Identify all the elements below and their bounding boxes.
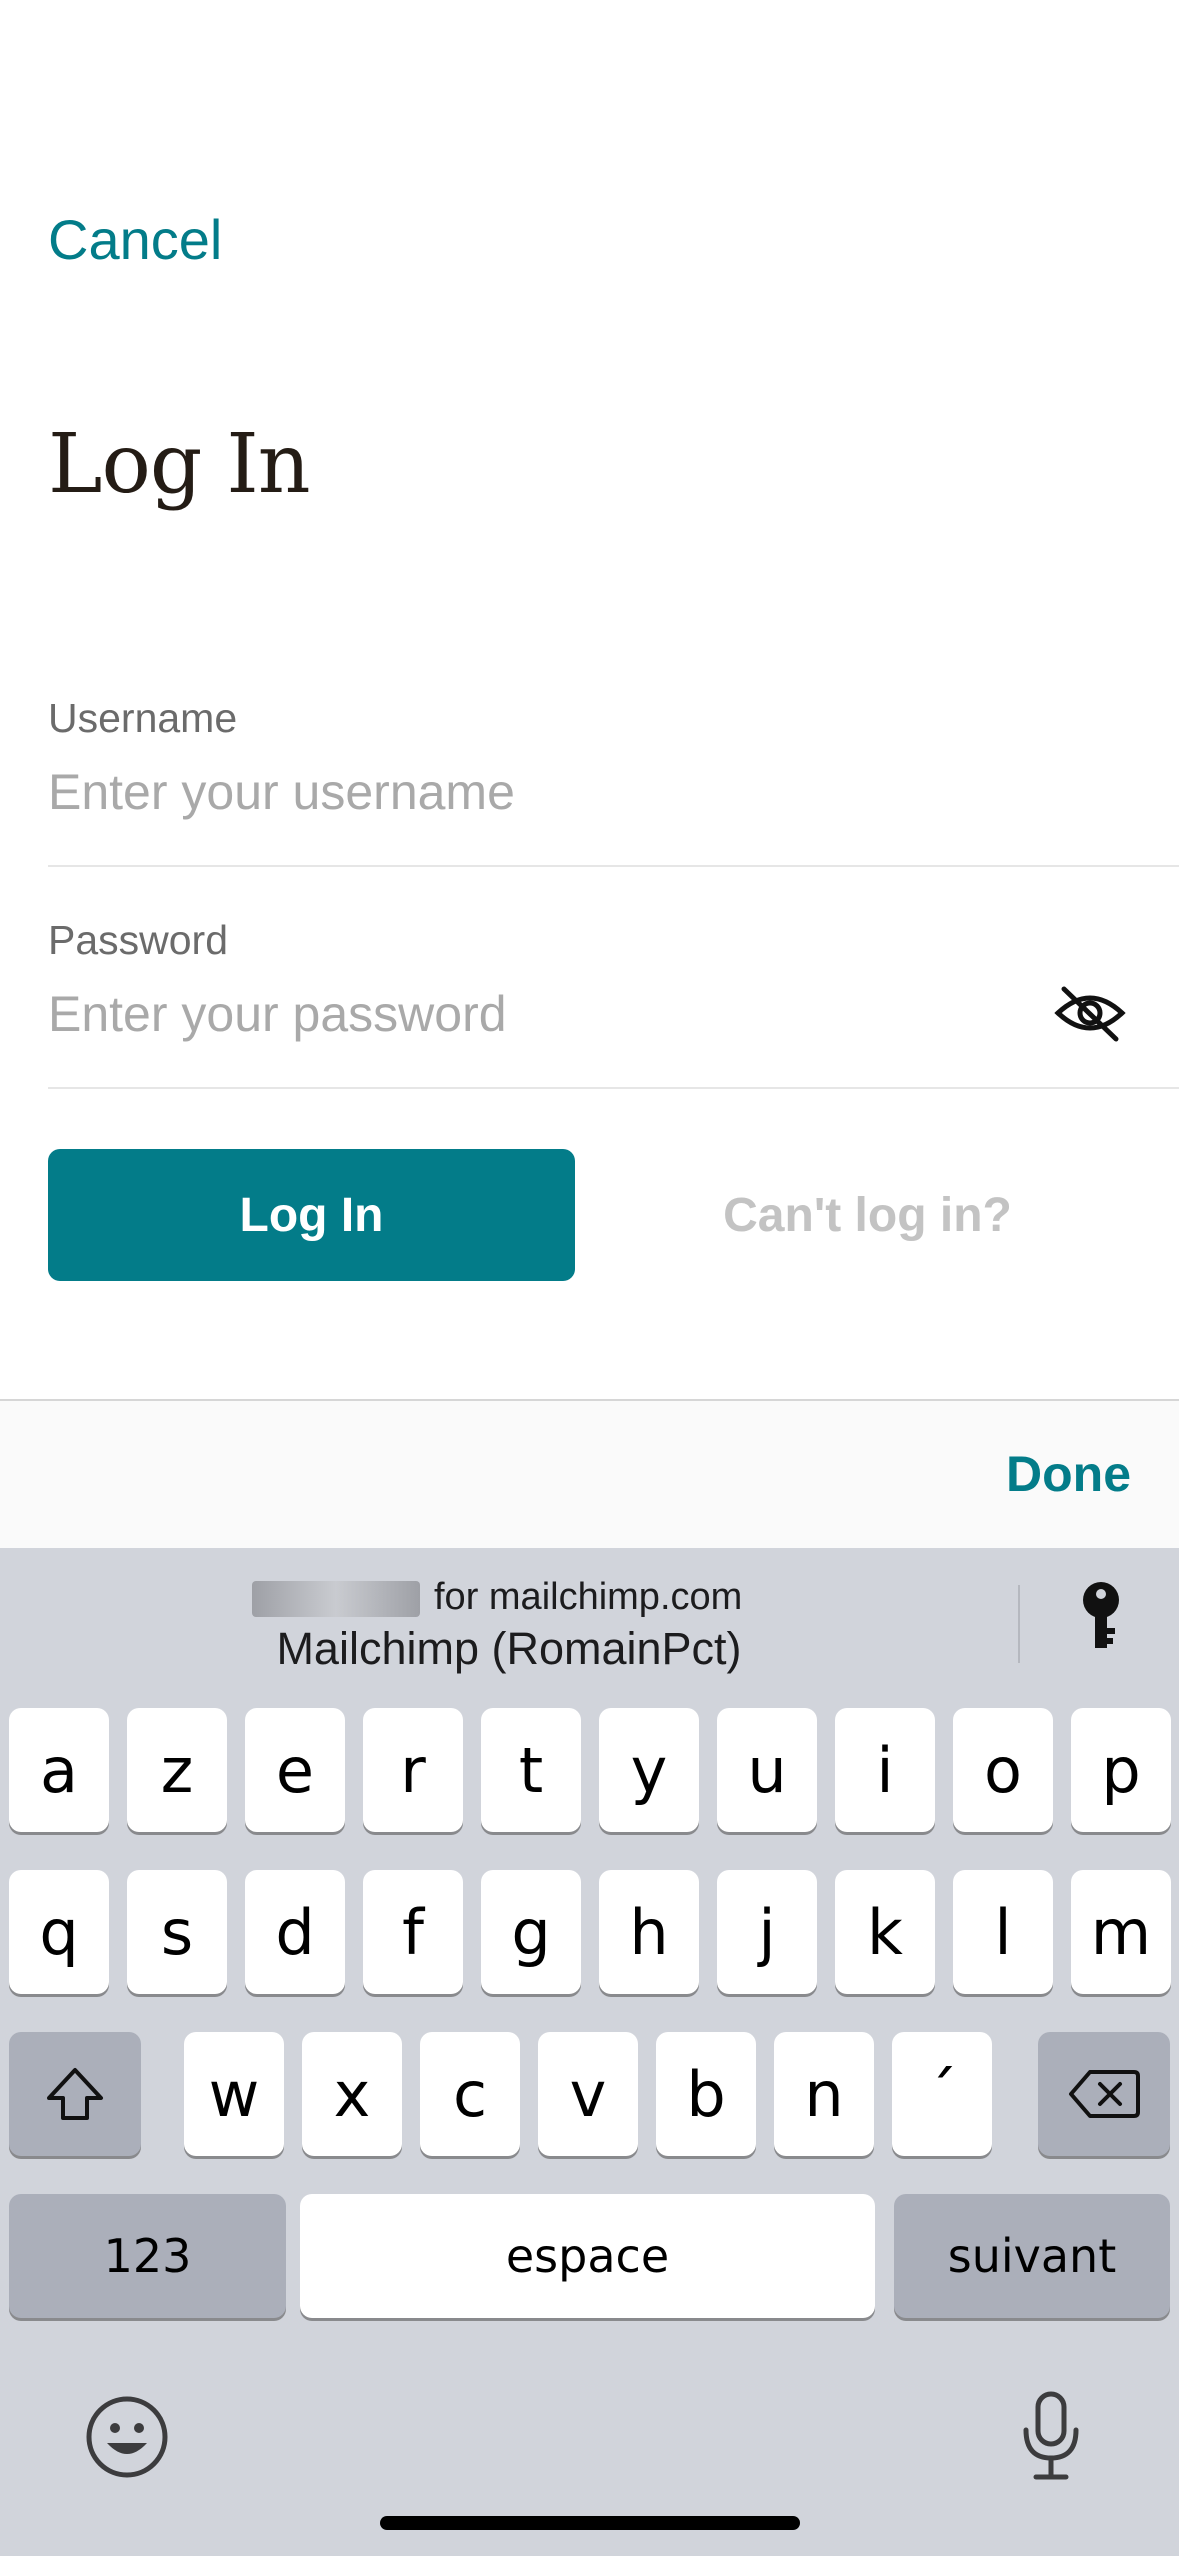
key-u[interactable]: u xyxy=(717,1708,817,1832)
username-field[interactable] xyxy=(48,760,1048,824)
shift-key[interactable] xyxy=(9,2032,141,2156)
key-w[interactable]: w xyxy=(184,2032,284,2156)
key-i[interactable]: i xyxy=(835,1708,935,1832)
key-accent[interactable]: ´ xyxy=(892,2032,992,2156)
eye-slash-icon[interactable] xyxy=(1054,983,1126,1043)
home-indicator[interactable] xyxy=(380,2516,800,2530)
delete-key[interactable] xyxy=(1038,2032,1170,2156)
numbers-key[interactable]: 123 xyxy=(9,2194,286,2318)
shift-icon xyxy=(47,2068,103,2120)
username-divider xyxy=(48,865,1179,867)
delete-icon xyxy=(1069,2070,1140,2118)
key-m[interactable]: m xyxy=(1071,1870,1171,1994)
key-j[interactable]: j xyxy=(717,1870,817,1994)
key-g[interactable]: g xyxy=(481,1870,581,1994)
key-a[interactable]: a xyxy=(9,1708,109,1832)
key-n[interactable]: n xyxy=(774,2032,874,2156)
key-z[interactable]: z xyxy=(127,1708,227,1832)
suggestion-divider xyxy=(1018,1585,1020,1663)
key-l[interactable]: l xyxy=(953,1870,1053,1994)
password-suggestion-account[interactable]: Mailchimp (RomainPct) xyxy=(0,1620,1018,1678)
key-b[interactable]: b xyxy=(656,2032,756,2156)
return-key[interactable]: suivant xyxy=(894,2194,1170,2318)
done-button[interactable]: Done xyxy=(1006,1444,1131,1504)
key-t[interactable]: t xyxy=(481,1708,581,1832)
space-key[interactable]: espace xyxy=(300,2194,875,2318)
page-title: Log In xyxy=(48,417,311,512)
key-r[interactable]: r xyxy=(363,1708,463,1832)
keyboard-accessory-bar xyxy=(0,1399,1179,1549)
cant-login-link[interactable]: Can't log in? xyxy=(690,1149,1045,1281)
key-d[interactable]: d xyxy=(245,1870,345,1994)
cancel-button[interactable]: Cancel xyxy=(48,205,222,275)
key-y[interactable]: y xyxy=(599,1708,699,1832)
microphone-icon[interactable] xyxy=(1018,2390,1084,2482)
emoji-icon[interactable] xyxy=(85,2395,169,2479)
key-s[interactable]: s xyxy=(127,1870,227,1994)
redacted-username xyxy=(252,1581,420,1617)
key-icon[interactable] xyxy=(1078,1580,1124,1652)
key-f[interactable]: f xyxy=(363,1870,463,1994)
key-k[interactable]: k xyxy=(835,1870,935,1994)
password-divider xyxy=(48,1087,1179,1089)
key-p[interactable]: p xyxy=(1071,1708,1171,1832)
key-v[interactable]: v xyxy=(538,2032,638,2156)
password-field[interactable] xyxy=(48,982,998,1046)
username-label: Username xyxy=(48,695,238,741)
key-x[interactable]: x xyxy=(302,2032,402,2156)
key-h[interactable]: h xyxy=(599,1870,699,1994)
key-o[interactable]: o xyxy=(953,1708,1053,1832)
password-suggestion-domain[interactable]: for mailchimp.com xyxy=(434,1571,742,1623)
login-button[interactable]: Log In xyxy=(48,1149,575,1281)
key-q[interactable]: q xyxy=(9,1870,109,1994)
password-label: Password xyxy=(48,917,229,963)
key-c[interactable]: c xyxy=(420,2032,520,2156)
key-e[interactable]: e xyxy=(245,1708,345,1832)
